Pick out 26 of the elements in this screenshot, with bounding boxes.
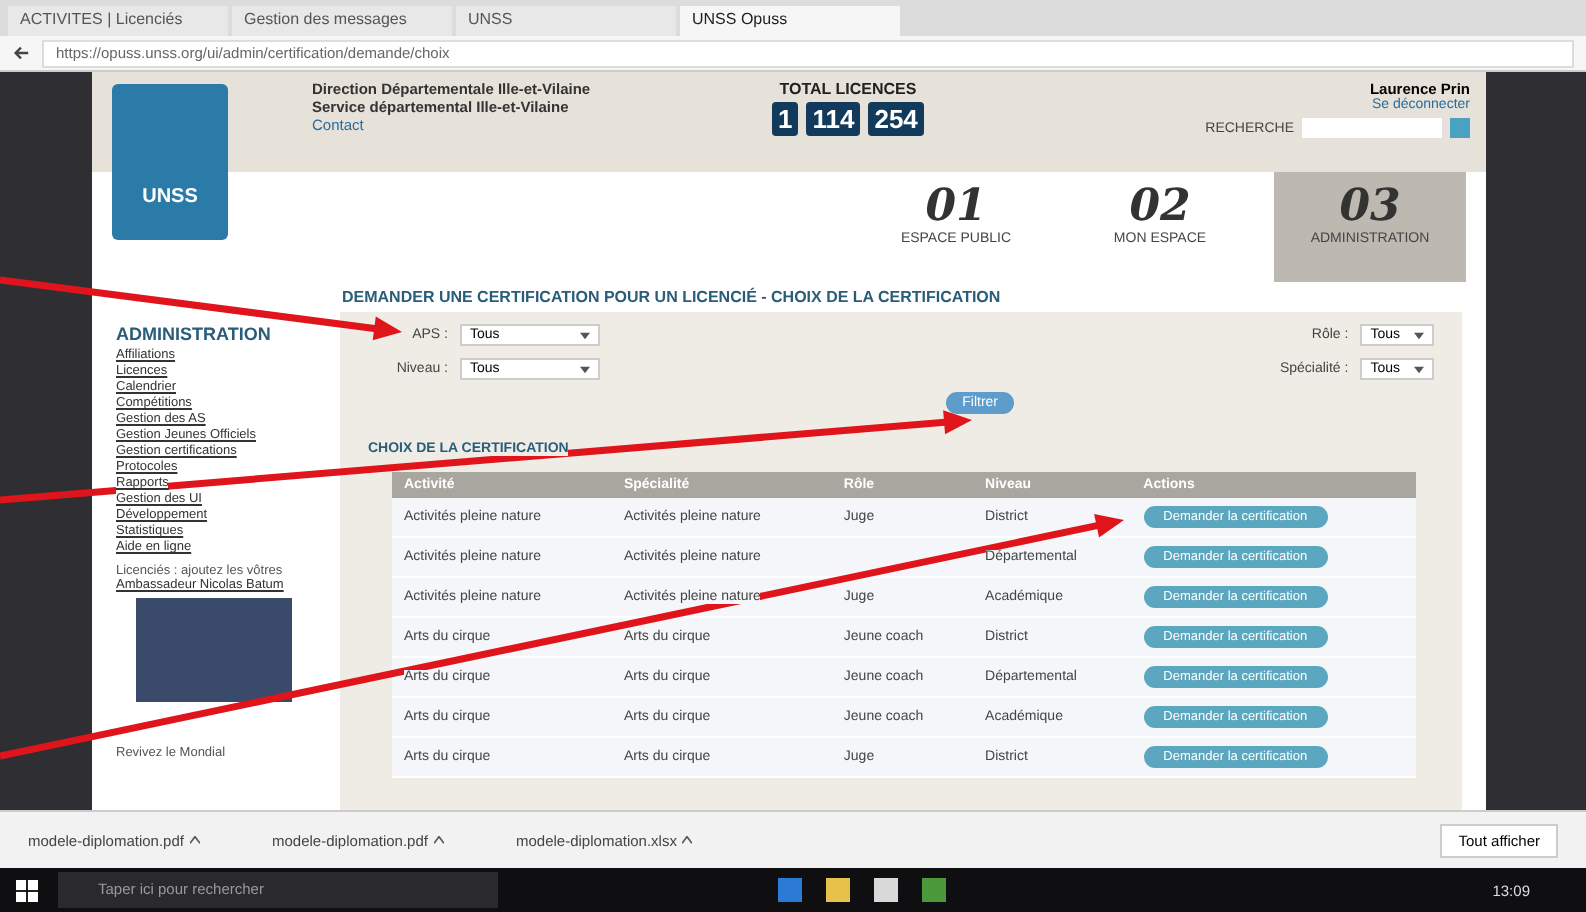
counter-digits: 254 xyxy=(868,102,924,136)
windows-icon[interactable] xyxy=(16,879,38,901)
browser-tab[interactable]: ACTIVITES | Licenciés xyxy=(8,6,228,36)
logo-text: UNSS xyxy=(142,186,198,208)
caret-icon xyxy=(580,331,590,339)
search-button[interactable] xyxy=(1450,118,1470,138)
counter-digits: 114 xyxy=(806,102,861,136)
total-label: TOTAL LICENCES xyxy=(779,80,917,98)
browser-tab[interactable]: UNSS xyxy=(456,6,676,36)
back-icon[interactable] xyxy=(12,44,30,62)
counter-digits: 1 xyxy=(772,102,799,136)
search-field[interactable] xyxy=(1302,118,1442,138)
caret-icon xyxy=(433,836,444,844)
taskbar-app-icon[interactable] xyxy=(922,878,946,902)
sidebar-title: ADMINISTRATION xyxy=(116,324,271,344)
caret-icon xyxy=(682,836,693,844)
caret-icon xyxy=(1414,331,1424,339)
caret-icon xyxy=(189,836,200,844)
caret-icon xyxy=(580,365,590,373)
browser-tab[interactable]: UNSS Opuss xyxy=(680,6,900,36)
taskbar-app-icon[interactable] xyxy=(778,878,802,902)
taskbar-app-icon[interactable] xyxy=(874,878,898,902)
browser-tab[interactable]: Gestion des messages xyxy=(232,6,452,36)
caret-icon xyxy=(1414,365,1424,373)
taskbar-app-icon[interactable] xyxy=(826,878,850,902)
page-title: DEMANDER UNE CERTIFICATION POUR UN LICENCIÉ - CHOIX DE LA CERTIFICATION xyxy=(342,288,1001,306)
